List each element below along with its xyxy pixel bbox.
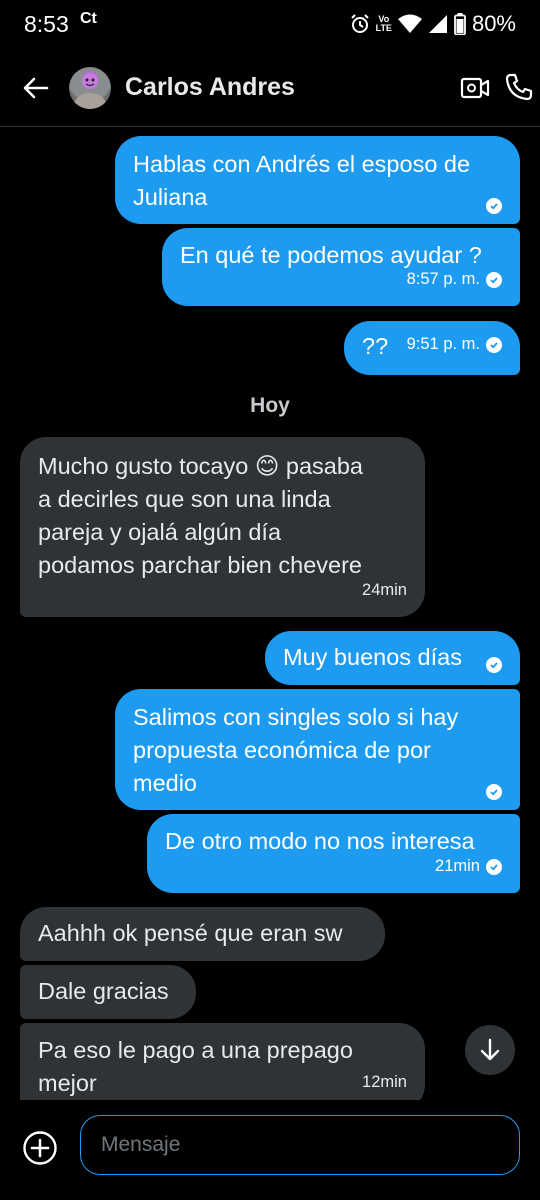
message-text-line: Hablas con Andrés el esposo de (133, 151, 471, 177)
outgoing-message[interactable]: En qué te podemos ayudar ? 8:57 p. m. (162, 228, 520, 306)
alarm-icon (350, 14, 369, 33)
incoming-message[interactable]: Aahhh ok pensé que eran sw (20, 907, 385, 961)
video-call-icon (460, 77, 490, 99)
carrier-icon: Ct (80, 10, 97, 27)
outgoing-message[interactable]: De otro modo no nos interesa 21min (147, 814, 520, 893)
message-text-line: pareja y ojalá algún día (38, 519, 282, 545)
message-list[interactable]: Hablas con Andrés el esposo de Juliana E… (0, 128, 540, 1100)
message-meta: 24min (362, 574, 407, 607)
message-text-line: medio (133, 770, 198, 796)
status-time: 8:53 (24, 11, 69, 37)
read-receipt-icon (486, 858, 502, 875)
message-meta (486, 198, 502, 214)
wifi-icon (397, 14, 422, 33)
day-separator: Hoy (250, 394, 290, 417)
signal-icon (428, 15, 447, 33)
message-time: 12min (362, 1073, 407, 1091)
conversation-header: Carlos Andres (0, 50, 540, 127)
message-meta: 8:57 p. m. (407, 263, 502, 296)
incoming-message[interactable]: Mucho gusto tocayo 😊 pasaba a decirles q… (20, 437, 425, 617)
back-button[interactable] (20, 72, 52, 104)
outgoing-message[interactable]: Muy buenos días (265, 631, 520, 685)
phone-icon (505, 73, 533, 101)
message-text-line: Muy buenos días (283, 644, 462, 670)
video-call-button[interactable] (460, 75, 490, 101)
scroll-to-bottom-button[interactable] (465, 1025, 515, 1075)
message-composer (0, 1100, 540, 1200)
message-meta: 21min (435, 850, 502, 883)
contact-name[interactable]: Carlos Andres (125, 73, 295, 102)
status-bar: 8:53 Ct Vo LTE 80% (0, 0, 540, 50)
read-receipt-icon (486, 784, 502, 800)
avatar[interactable] (69, 67, 111, 109)
message-text-line: podamos parchar bien chevere (38, 552, 362, 578)
volte-icon: Vo LTE (375, 14, 392, 33)
battery-icon (454, 13, 466, 35)
voice-call-button[interactable] (505, 73, 533, 101)
message-meta (486, 784, 502, 800)
message-input[interactable] (80, 1115, 520, 1175)
outgoing-message[interactable]: Hablas con Andrés el esposo de Juliana (115, 136, 520, 224)
outgoing-message[interactable]: Salimos con singles solo si hay propuest… (115, 689, 520, 810)
message-text-line: propuesta económica de por (133, 737, 431, 763)
incoming-message[interactable]: Pa eso le pago a una prepago mejor 12min (20, 1023, 425, 1100)
message-meta (486, 657, 502, 673)
message-text-line: mejor (38, 1070, 97, 1096)
plus-circle-icon (23, 1131, 57, 1165)
message-time: 9:51 p. m. (406, 335, 480, 353)
battery-percent: 80% (471, 11, 516, 36)
outgoing-message[interactable]: ?? 9:51 p. m. (344, 321, 520, 375)
add-attachment-button[interactable] (22, 1130, 58, 1166)
incoming-message[interactable]: Dale gracias (20, 965, 196, 1019)
message-text-line: Pa eso le pago a una prepago (38, 1037, 353, 1063)
avatar-image (74, 73, 106, 109)
message-meta: 12min (362, 1066, 407, 1099)
message-text-line: Juliana (133, 184, 208, 210)
back-arrow-icon (23, 77, 49, 99)
read-receipt-icon (486, 657, 502, 673)
message-text-line: Aahhh ok pensé que eran sw (38, 920, 343, 946)
message-text-line: Salimos con singles solo si hay (133, 704, 459, 730)
status-indicators: Vo LTE 80% (350, 11, 516, 37)
read-receipt-icon (486, 198, 502, 214)
message-time: 24min (362, 581, 407, 599)
message-time: 8:57 p. m. (406, 270, 480, 288)
arrow-down-icon (480, 1038, 500, 1061)
message-meta: 9:51 p. m. (407, 328, 502, 361)
read-receipt-icon (486, 271, 502, 288)
message-text-line: a decirles que son una linda (38, 486, 331, 512)
message-time: 21min (435, 857, 480, 875)
message-text-line: Dale gracias (38, 978, 169, 1004)
read-receipt-icon (486, 336, 502, 353)
message-text-line: Mucho gusto tocayo 😊 pasaba (38, 453, 363, 479)
